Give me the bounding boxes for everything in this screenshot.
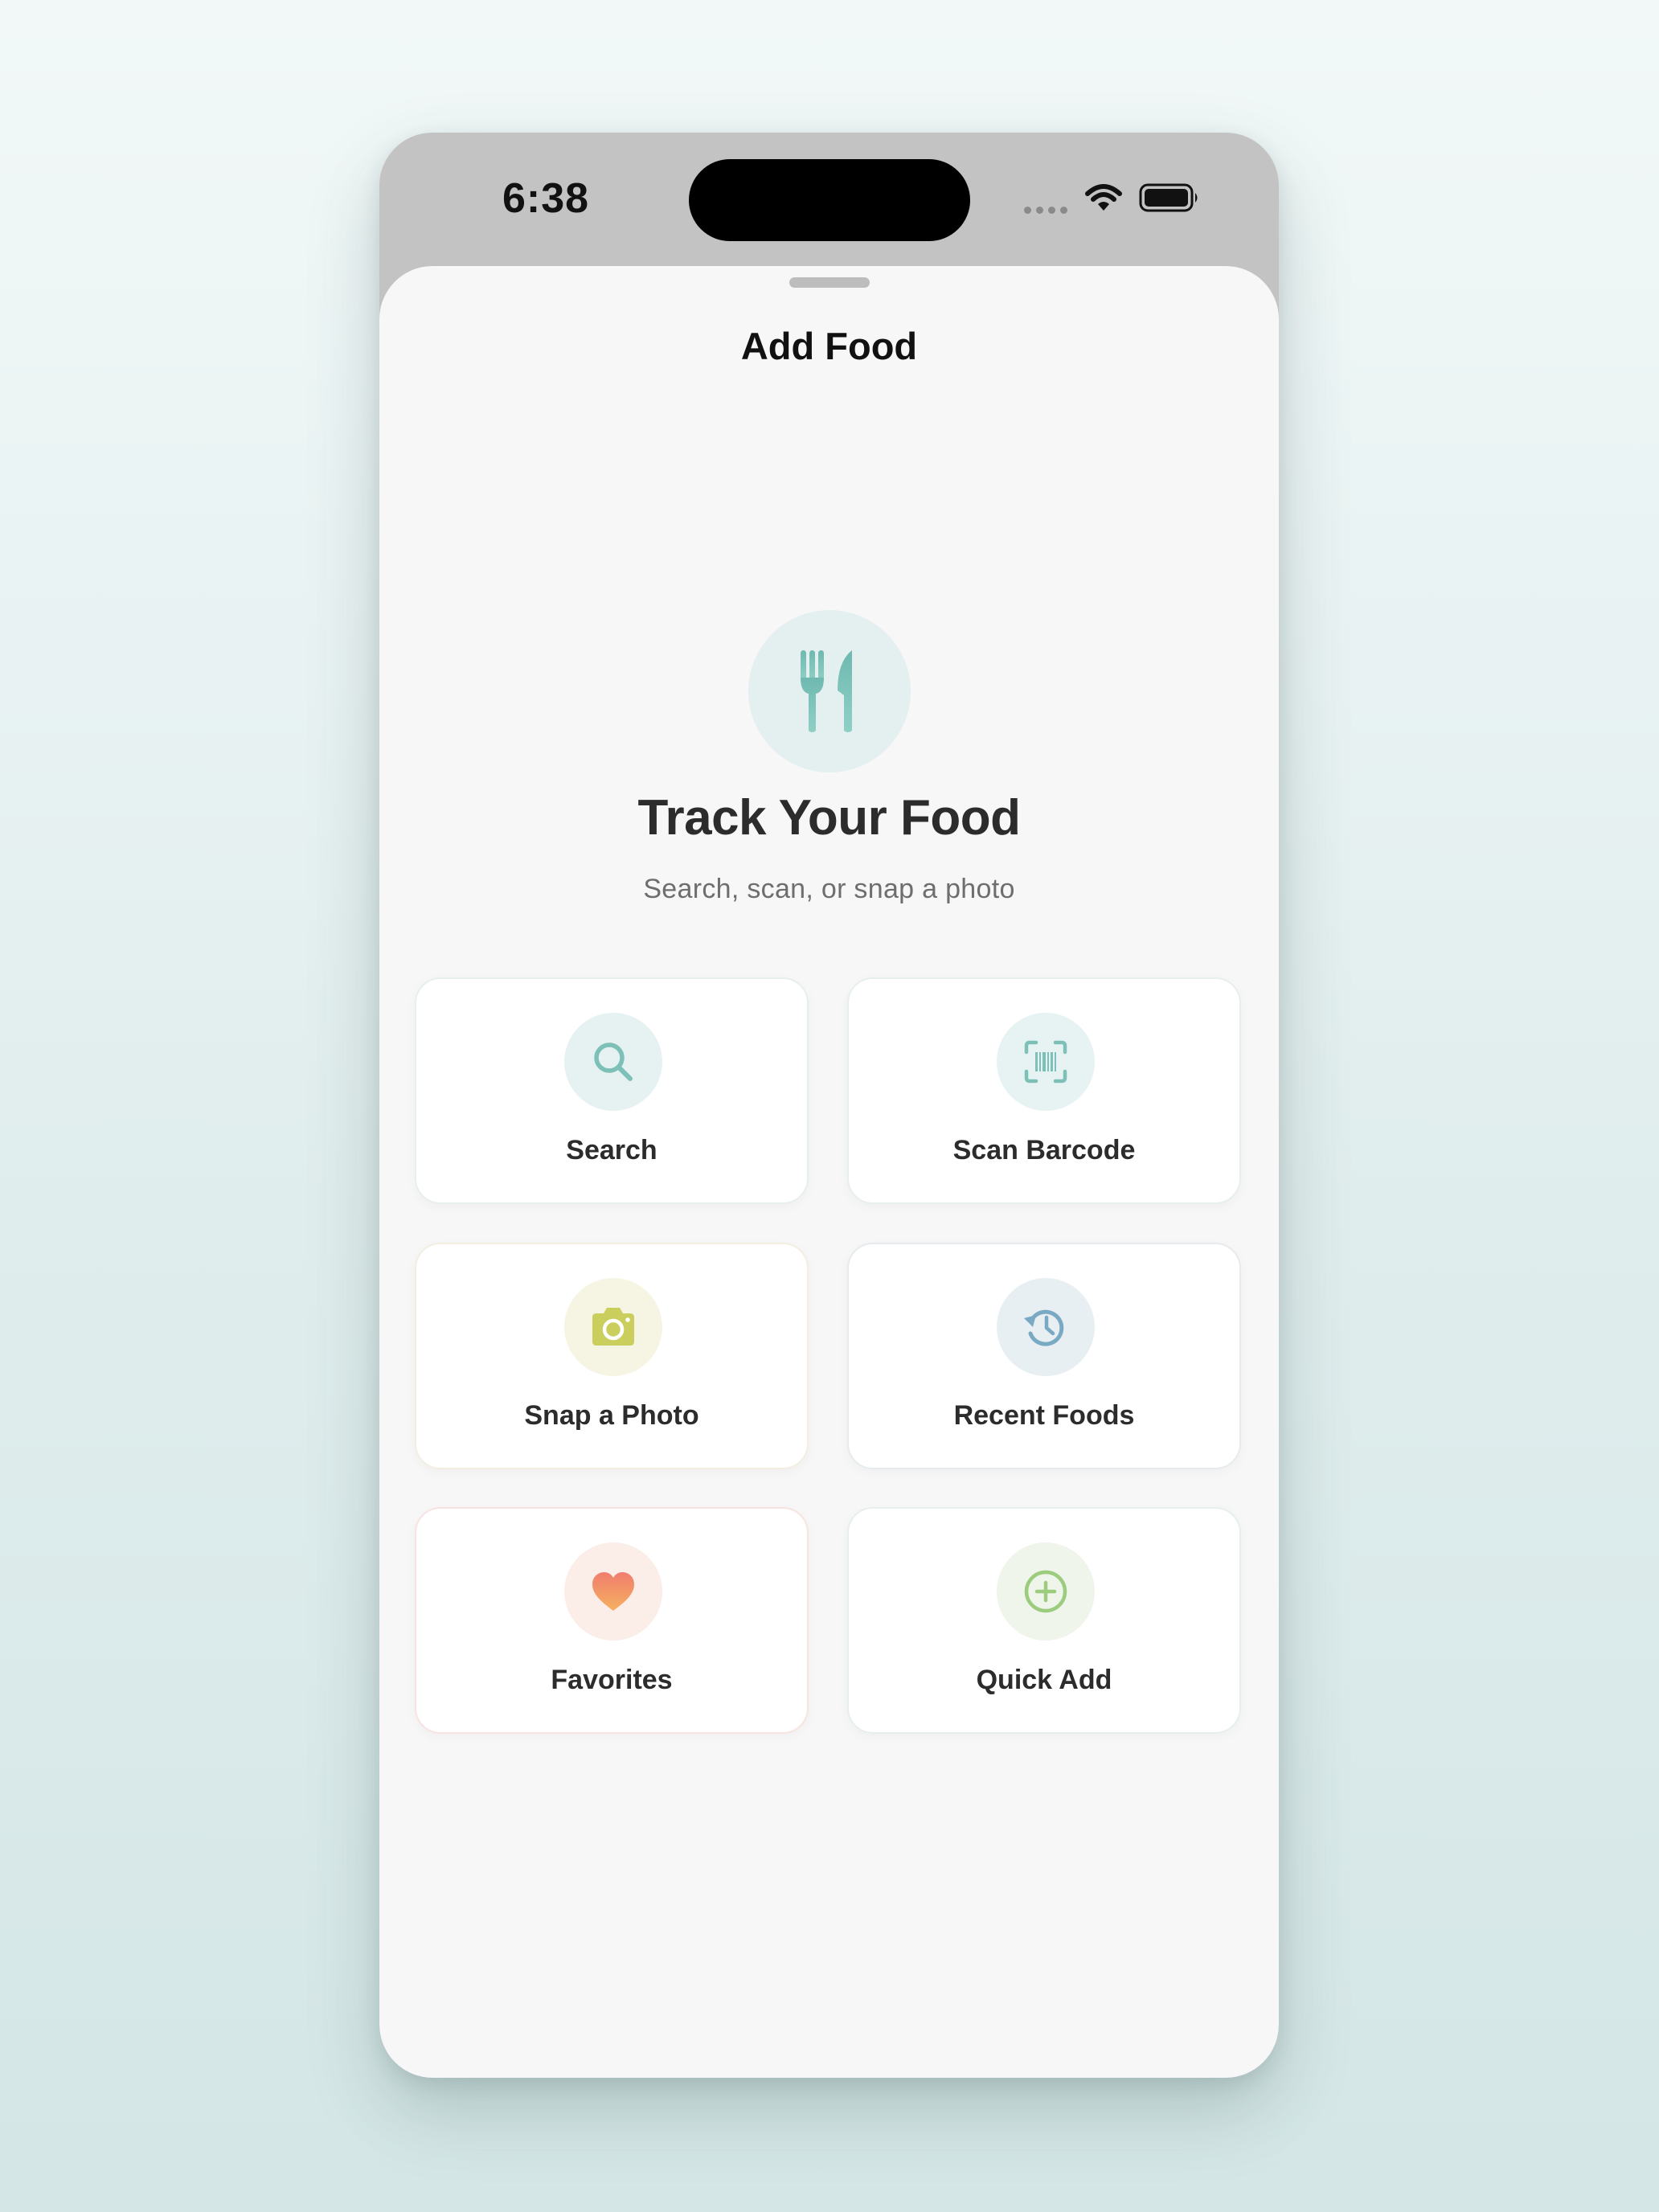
phone-frame: 6:38 Add Food Track Your Food Search, sc… — [379, 133, 1279, 2078]
status-time: 6:38 — [502, 175, 590, 222]
hero-icon-circle — [748, 610, 911, 772]
history-clock-icon — [1024, 1309, 1064, 1346]
sheet-title: Add Food — [740, 325, 918, 367]
snap-photo-icon-circle — [564, 1278, 662, 1376]
recent-foods-option-label: Recent Foods — [953, 1400, 1135, 1431]
snap-photo-option-label: Snap a Photo — [524, 1400, 699, 1431]
cellular-signal-icon — [1024, 207, 1067, 214]
wifi-icon — [1085, 184, 1122, 211]
fork-knife-icon — [801, 650, 852, 732]
recent-foods-icon-circle — [997, 1278, 1095, 1376]
add-food-sheet: Add Food Track Your Food Search, scan, o… — [379, 266, 1279, 2078]
search-option-card[interactable]: Search — [415, 977, 809, 1204]
favorites-option-label: Favorites — [551, 1665, 673, 1695]
favorites-option-card[interactable]: Favorites — [415, 1507, 809, 1734]
barcode-scanner-icon — [1024, 1040, 1067, 1083]
quick-add-icon-circle — [997, 1542, 1095, 1641]
hero-title: Track Your Food — [637, 790, 1021, 846]
battery-icon — [1139, 183, 1198, 212]
quick-add-option-card[interactable]: Quick Add — [847, 1507, 1241, 1734]
camera-icon — [592, 1308, 634, 1346]
plus-circle-icon — [1024, 1570, 1067, 1613]
recent-foods-option-card[interactable]: Recent Foods — [847, 1243, 1241, 1469]
search-icon-circle — [564, 1013, 662, 1111]
sheet-grabber[interactable] — [789, 277, 870, 288]
snap-photo-option-card[interactable]: Snap a Photo — [415, 1243, 809, 1469]
search-option-label: Search — [566, 1135, 657, 1165]
hero-subtitle: Search, scan, or snap a photo — [643, 874, 1015, 904]
scan-barcode-icon-circle — [997, 1013, 1095, 1111]
dynamic-island — [689, 159, 970, 241]
scan-barcode-option-card[interactable]: Scan Barcode — [847, 977, 1241, 1204]
magnifying-glass-icon — [594, 1043, 633, 1081]
heart-icon — [592, 1572, 634, 1611]
favorites-icon-circle — [564, 1542, 662, 1641]
quick-add-option-label: Quick Add — [976, 1665, 1112, 1695]
scan-barcode-option-label: Scan Barcode — [952, 1135, 1136, 1165]
